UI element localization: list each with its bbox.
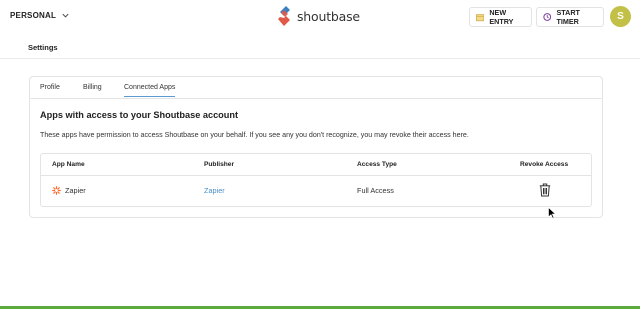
start-timer-label: START TIMER (556, 8, 580, 26)
new-entry-label: NEW ENTRY (489, 8, 514, 26)
column-header-app-name: App Name (52, 161, 85, 168)
table-header: App Name Publisher Access Type Revoke Ac… (41, 154, 591, 176)
logo-text: shoutbase (297, 8, 360, 24)
access-type-cell: Full Access (357, 186, 394, 195)
connected-apps-table: App Name Publisher Access Type Revoke Ac… (40, 153, 592, 207)
header-divider (0, 58, 640, 59)
tab-connected-apps[interactable]: Connected Apps (124, 84, 176, 97)
column-header-revoke-access: Revoke Access (520, 161, 569, 168)
workspace-label: PERSONAL (10, 11, 57, 20)
mouse-pointer-icon (548, 207, 556, 219)
zapier-icon (52, 186, 61, 195)
section-description: These apps have permission to access Sho… (40, 131, 469, 139)
new-entry-button[interactable]: NEW ENTRY (469, 7, 532, 27)
app-name-cell: Zapier (65, 186, 86, 195)
settings-card: Profile Billing Connected Apps Apps with… (29, 76, 603, 218)
tab-billing[interactable]: Billing (83, 84, 102, 91)
clock-icon (543, 13, 552, 21)
table-row: Zapier Zapier Full Access (41, 176, 591, 206)
logo[interactable]: shoutbase (277, 5, 360, 27)
page-title: Settings (28, 43, 58, 52)
trash-icon[interactable] (539, 183, 551, 197)
shoutbase-logo-icon (278, 6, 290, 26)
column-header-publisher: Publisher (204, 161, 235, 168)
calendar-icon (476, 13, 485, 21)
column-header-access-type: Access Type (357, 161, 397, 168)
chevron-down-icon (62, 13, 69, 18)
settings-tabs: Profile Billing Connected Apps (30, 77, 602, 99)
publisher-link[interactable]: Zapier (204, 186, 225, 195)
workspace-switcher[interactable]: PERSONAL (10, 11, 70, 20)
top-bar: PERSONAL shoutbase NEW ENTRY START TIMER… (0, 0, 640, 34)
avatar[interactable]: S (610, 6, 631, 27)
start-timer-button[interactable]: START TIMER (536, 7, 604, 27)
tab-profile[interactable]: Profile (40, 84, 60, 91)
section-title: Apps with access to your Shoutbase accou… (40, 110, 239, 120)
avatar-initial: S (617, 11, 624, 22)
